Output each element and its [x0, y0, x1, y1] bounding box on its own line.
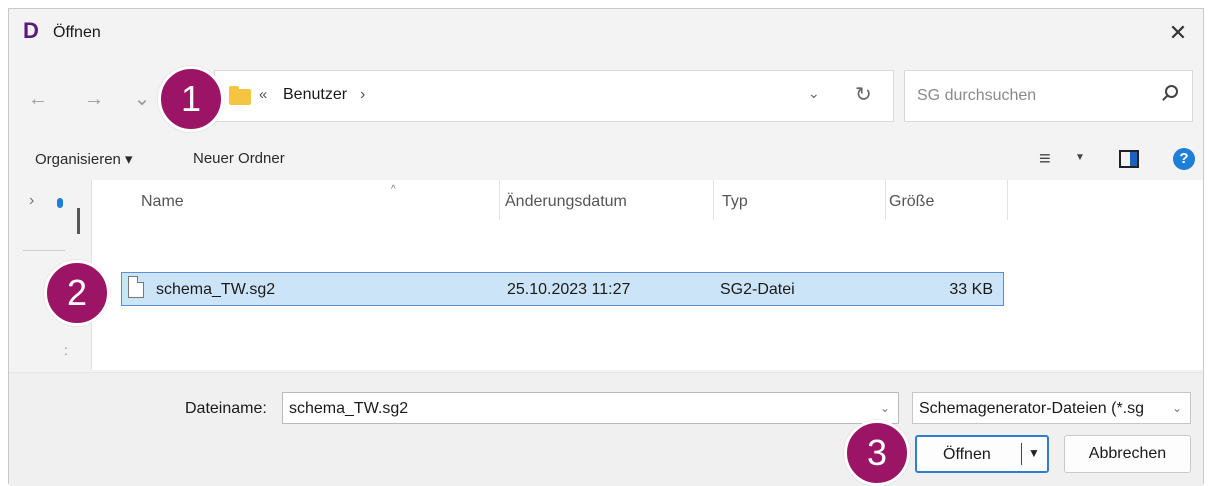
view-dropdown-icon[interactable]: ▼ — [1075, 152, 1085, 163]
sort-ascending-icon: ^ — [391, 184, 396, 195]
search-input[interactable]: SG durchsuchen — [904, 70, 1193, 122]
breadcrumb-overflow[interactable]: « — [259, 86, 267, 103]
forward-arrow-icon[interactable]: → — [79, 86, 109, 112]
column-header-size-label: Größe — [889, 193, 935, 210]
navpane-scrollbar[interactable] — [77, 208, 80, 234]
open-button-divider — [1021, 443, 1022, 465]
file-type-filter-value: Schemagenerator-Dateien (*.sg — [919, 400, 1145, 417]
file-name: schema_TW.sg2 — [156, 281, 276, 298]
column-header-name-label: Name — [141, 193, 184, 210]
column-header-name[interactable]: Name ^ — [91, 180, 499, 220]
recent-locations-chevron-icon[interactable]: ⌄ — [127, 86, 157, 112]
filename-input[interactable]: schema_TW.sg2 ⌄ — [282, 392, 899, 424]
file-type: SG2-Datei — [720, 281, 795, 298]
column-header-type-label: Typ — [722, 193, 748, 210]
file-row-selected[interactable]: schema_TW.sg2 25.10.2023 11:27 SG2-Datei… — [121, 272, 1004, 306]
filename-dropdown-icon[interactable]: ⌄ — [880, 401, 890, 415]
file-icon — [128, 276, 144, 298]
back-arrow-icon[interactable]: ← — [23, 86, 53, 112]
preview-pane-icon[interactable] — [1119, 150, 1139, 168]
dialog-title: Öffnen — [53, 24, 101, 41]
navpane-expand-chevron-icon[interactable]: › — [29, 192, 34, 210]
title-bar: D Öffnen ✕ — [9, 9, 1203, 59]
column-header-type[interactable]: Typ — [713, 180, 885, 220]
breadcrumb-benutzer[interactable]: Benutzer — [283, 86, 347, 104]
search-placeholder: SG durchsuchen — [917, 87, 1037, 104]
file-type-filter-select[interactable]: Schemagenerator-Dateien (*.sg ⌄ — [912, 392, 1191, 424]
open-button[interactable]: Öffnen ▼ — [915, 435, 1049, 473]
filename-value: schema_TW.sg2 — [289, 400, 409, 417]
organize-menu-button[interactable]: Organisieren ▾ — [35, 150, 133, 168]
column-divider[interactable] — [1007, 180, 1008, 220]
navpane-item-icon[interactable] — [57, 198, 63, 208]
column-header-date[interactable]: Änderungsdatum — [499, 180, 713, 220]
address-dropdown-icon[interactable]: ⌄ — [808, 85, 820, 102]
new-folder-button[interactable]: Neuer Ordner — [193, 150, 285, 167]
help-icon[interactable]: ? — [1173, 148, 1195, 170]
file-type-dropdown-icon[interactable]: ⌄ — [1172, 401, 1182, 415]
open-button-label: Öffnen — [943, 446, 991, 463]
annotation-badge-1: 1 — [158, 66, 224, 132]
breadcrumb-chevron-icon[interactable]: › — [360, 86, 365, 104]
cancel-button[interactable]: Abbrechen — [1064, 435, 1191, 473]
file-date: 25.10.2023 11:27 — [507, 281, 631, 298]
folder-icon — [229, 86, 251, 105]
dialog-footer: Dateiname: schema_TW.sg2 ⌄ Schemagenerat… — [9, 372, 1203, 486]
navpane-divider — [23, 250, 65, 251]
navpane-more-icon: : — [64, 342, 68, 358]
refresh-icon[interactable]: ↻ — [855, 82, 872, 107]
view-options-icon[interactable]: ≡ — [1039, 148, 1051, 171]
open-options-dropdown-icon[interactable]: ▼ — [1028, 446, 1040, 460]
address-bar[interactable]: « Benutzer › ⌄ ↻ — [214, 70, 894, 122]
annotation-badge-2: 2 — [44, 260, 110, 326]
close-icon[interactable]: ✕ — [1163, 19, 1193, 47]
column-header-date-label: Änderungsdatum — [505, 193, 627, 210]
column-header-size[interactable]: Größe — [885, 180, 1007, 220]
annotation-badge-3: 3 — [844, 420, 910, 486]
file-size: 33 KB — [949, 281, 993, 298]
app-logo-icon: D — [23, 18, 39, 43]
command-toolbar: Organisieren ▾ Neuer Ordner ≡ ▼ ? — [9, 142, 1203, 178]
file-list-area: › : Name ^ Änderungsdatum Typ Größe sche… — [9, 180, 1203, 370]
filename-label: Dateiname: — [185, 400, 267, 417]
search-icon[interactable] — [1165, 85, 1178, 98]
